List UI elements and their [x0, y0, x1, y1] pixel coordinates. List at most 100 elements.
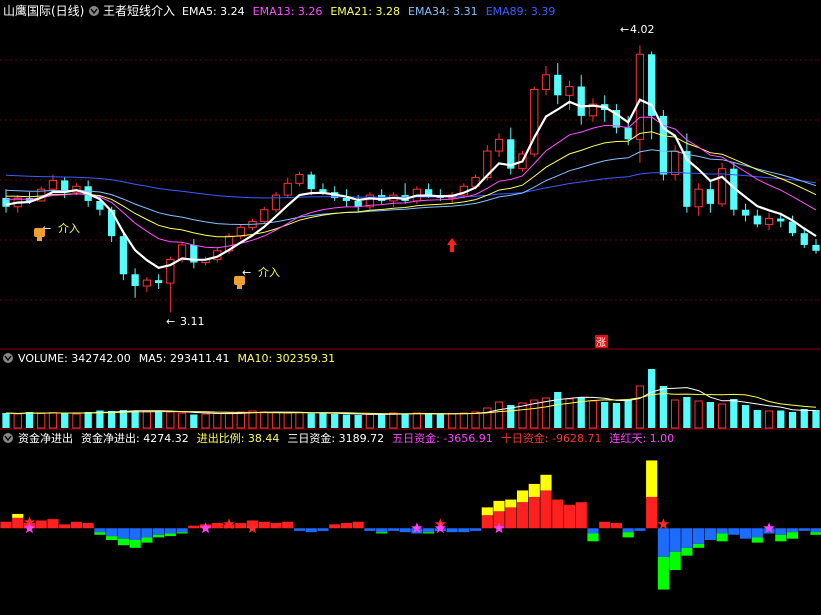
- fund-bar-extra: [810, 532, 821, 535]
- high-arrow: ←: [620, 23, 629, 36]
- fund-bar: [82, 523, 94, 529]
- fund-bar: [704, 528, 716, 540]
- legend-entry: MA5: 293411.41: [139, 352, 230, 365]
- volume-bar: [670, 399, 680, 429]
- candle: [717, 162, 727, 207]
- fund-bar: [329, 524, 341, 529]
- volume-bar: [13, 413, 22, 429]
- volume-bar: [248, 410, 257, 429]
- volume-bar: [378, 414, 386, 428]
- fund-bar: [481, 515, 493, 529]
- candle: [577, 74, 585, 125]
- ema21-line: [5, 131, 817, 238]
- candle-body: [624, 127, 632, 140]
- candle-body: [554, 74, 562, 96]
- volume-bar: [295, 412, 304, 429]
- fund-bar: [258, 521, 270, 529]
- volume-bar: [84, 412, 92, 428]
- fund-bar: [35, 520, 47, 529]
- volume-bar: [612, 403, 621, 428]
- volume-legend-line: VOLUME: 342742.00 MA5: 293411.41 MA10: 302…: [18, 352, 335, 365]
- fund-bar-extra: [12, 513, 24, 518]
- fund-bar: [739, 528, 752, 539]
- volume-bar: [788, 412, 797, 428]
- volume-bar: [683, 397, 691, 428]
- legend-entry: EMA21: 3.28: [330, 5, 400, 18]
- collapse-icon[interactable]: [89, 6, 99, 16]
- candle: [354, 195, 362, 213]
- signal-label-1: 介入: [58, 222, 80, 235]
- price-plot: [2, 45, 820, 313]
- fund-bar: [657, 528, 669, 557]
- volume-bar: [213, 413, 222, 429]
- fund-bar-extra: [106, 536, 118, 540]
- fund-bar-extra: [129, 540, 141, 548]
- candle: [588, 98, 598, 122]
- fund-bar: [458, 528, 470, 533]
- legend-entry: 三日资金: 3189.72: [287, 431, 384, 445]
- volume-bar: [447, 413, 457, 429]
- fund-collapse-icon[interactable]: [3, 433, 13, 443]
- fund-bar: [540, 490, 552, 529]
- fund-bar: [117, 528, 129, 539]
- fund-bar: [12, 517, 24, 529]
- candle: [812, 239, 820, 254]
- candle: [307, 171, 315, 196]
- candle: [670, 145, 680, 181]
- candle: [260, 206, 269, 225]
- volume-bar: [389, 412, 398, 429]
- legend-entry: EMA5: 3.24: [182, 5, 245, 18]
- buy-signal-icon: [234, 276, 245, 289]
- candle-body: [283, 182, 292, 196]
- candle-body: [706, 189, 714, 204]
- candle: [565, 80, 574, 110]
- volume-bar: [260, 411, 269, 429]
- candle: [541, 66, 551, 96]
- candle: [494, 133, 504, 157]
- fund-bar: [646, 496, 658, 529]
- volume-bar: [190, 414, 198, 428]
- volume-collapse-icon[interactable]: [3, 353, 13, 363]
- volume-bar: [108, 411, 116, 428]
- fund-bar: [293, 528, 306, 531]
- volume-bar: [331, 414, 339, 428]
- candle: [378, 189, 386, 204]
- volume-bar: [177, 412, 187, 429]
- candle: [131, 268, 139, 298]
- fund-bar: [516, 502, 529, 529]
- candle-body: [753, 215, 761, 225]
- volume-bar: [635, 385, 645, 429]
- volume-plot: [2, 369, 820, 429]
- volume-bar: [483, 407, 492, 429]
- fund-bar: [94, 528, 106, 533]
- fund-bar-extra: [117, 538, 129, 546]
- fund-bar: [728, 528, 740, 535]
- candle-body: [777, 218, 785, 222]
- candle: [271, 192, 281, 213]
- stock-chart[interactable]: 山鹰国际(日线) 王者短线介入 EMA5: 3.24 EMA13: 3.26 EMA…: [0, 0, 821, 615]
- candle-body: [424, 189, 433, 196]
- fund-bar: [681, 528, 693, 548]
- candle: [389, 192, 398, 207]
- fund-bar: [211, 523, 223, 529]
- fund-header: 资金净进出 资金净进出: 4274.32 进出比例: 38.44 三日资金: 3189…: [3, 431, 674, 445]
- fund-bar: [399, 528, 411, 533]
- fund-bar: [634, 528, 646, 531]
- star-marker: [657, 518, 670, 530]
- fund-bar-extra: [141, 537, 153, 543]
- fund-bar: [129, 528, 141, 540]
- fund-bar-extra: [716, 533, 728, 542]
- candle: [648, 51, 656, 140]
- volume-bar: [224, 412, 234, 429]
- candle: [659, 110, 668, 181]
- candle-body: [236, 226, 245, 237]
- fund-bar: [141, 528, 153, 538]
- fund-bar-extra: [693, 543, 705, 548]
- candle: [154, 274, 163, 289]
- volume-bar: [777, 410, 785, 428]
- fund-plot: [0, 460, 821, 590]
- candle-body: [307, 174, 315, 190]
- fund-bar: [70, 521, 83, 529]
- fund-bar: [0, 521, 12, 529]
- candle-body: [694, 188, 703, 208]
